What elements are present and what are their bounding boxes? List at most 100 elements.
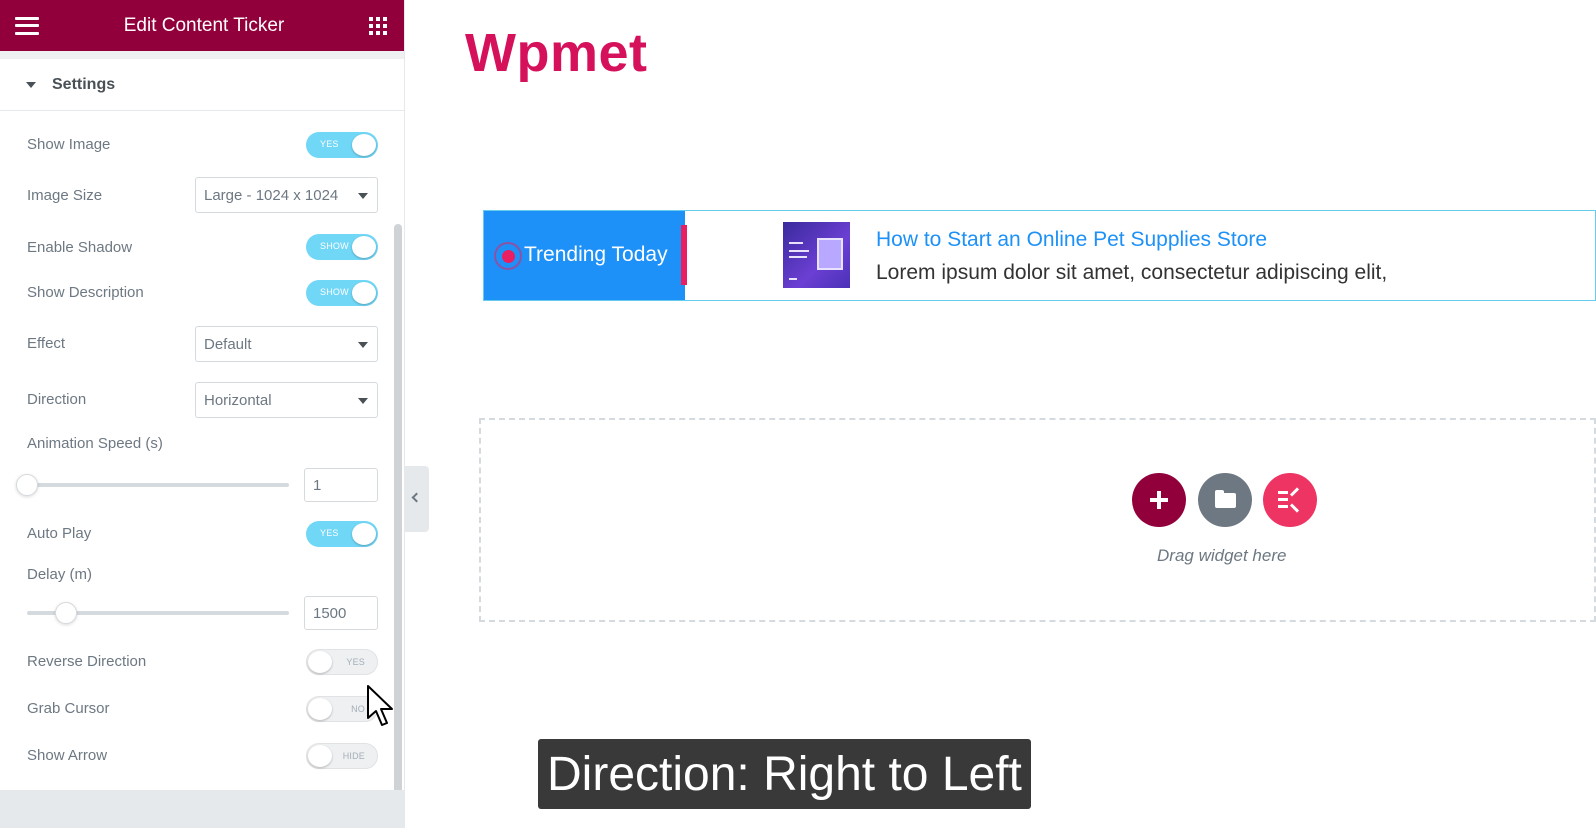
animation-speed-slider[interactable] xyxy=(27,483,289,487)
animation-speed-input[interactable]: 1 xyxy=(304,468,378,502)
show-image-toggle[interactable]: YES xyxy=(306,132,378,158)
panel-divider xyxy=(0,51,404,59)
ticker-post-description: Lorem ipsum dolor sit amet, consectetur … xyxy=(876,261,1388,284)
thumbnail-card xyxy=(817,238,843,270)
auto-play-toggle[interactable]: YES xyxy=(306,521,378,547)
mouse-pointer-icon xyxy=(367,685,393,726)
effect-select[interactable]: Default xyxy=(195,326,378,362)
enable-shadow-toggle[interactable]: SHOW xyxy=(306,234,378,260)
toggle-knob xyxy=(308,698,332,720)
control-label: Delay (m) xyxy=(27,566,93,583)
control-label: Show Description xyxy=(27,284,144,301)
select-value: Horizontal xyxy=(204,392,272,409)
panel-header: Edit Content Ticker xyxy=(0,0,404,51)
elementskit-icon-bar xyxy=(1278,505,1288,508)
select-value: Default xyxy=(204,336,252,353)
toggle-knob xyxy=(308,745,332,767)
elementskit-icon xyxy=(1278,487,1304,513)
show-arrow-toggle[interactable]: HIDE xyxy=(306,743,378,769)
chevron-down-icon xyxy=(358,193,368,199)
panel-scrollbar[interactable] xyxy=(394,224,402,828)
toggle-knob xyxy=(308,651,332,673)
site-logo[interactable]: Wpmet xyxy=(465,22,647,84)
plus-icon xyxy=(1157,491,1161,509)
folder-icon xyxy=(1215,493,1236,508)
control-image-size: Image Size Large - 1024 x 1024 xyxy=(0,177,392,213)
control-label: Image Size xyxy=(27,187,103,204)
select-value: Large - 1024 x 1024 xyxy=(204,187,339,204)
show-description-toggle[interactable]: SHOW xyxy=(306,280,378,306)
chevron-down-icon xyxy=(358,398,368,404)
thumbnail-line xyxy=(789,242,803,244)
control-effect: Effect Default xyxy=(0,326,392,362)
control-reverse-direction: Reverse Direction YES xyxy=(0,649,392,677)
toggle-text: YES xyxy=(320,139,339,149)
control-label: Show Arrow xyxy=(27,747,108,764)
empty-section-dropzone[interactable] xyxy=(479,418,1596,622)
widgets-grid-icon[interactable] xyxy=(369,16,387,35)
control-label: Direction xyxy=(27,391,87,408)
direction-select[interactable]: Horizontal xyxy=(195,382,378,418)
control-show-arrow: Show Arrow HIDE xyxy=(0,743,392,771)
settings-section-toggle[interactable]: Settings xyxy=(0,59,404,111)
animation-speed-slider-handle[interactable] xyxy=(16,474,38,496)
control-show-description: Show Description SHOW xyxy=(0,280,392,308)
menu-icon[interactable] xyxy=(15,16,39,35)
section-title: Settings xyxy=(52,75,116,93)
panel-footer xyxy=(0,790,405,828)
elementskit-icon-stroke xyxy=(1289,503,1300,513)
editor-screen: Edit Content Ticker Settings Show Image … xyxy=(0,0,1596,828)
control-label: Auto Play xyxy=(27,525,92,542)
editor-panel: Edit Content Ticker Settings Show Image … xyxy=(0,0,405,828)
toggle-text: YES xyxy=(346,657,365,667)
toggle-knob xyxy=(352,523,376,545)
dropzone-hint: Drag widget here xyxy=(1157,546,1287,565)
image-size-select[interactable]: Large - 1024 x 1024 xyxy=(195,177,378,213)
control-label: Reverse Direction xyxy=(27,653,147,670)
elementskit-icon-stroke xyxy=(1289,487,1300,497)
post-thumbnail[interactable] xyxy=(783,222,850,288)
chevron-down-icon xyxy=(358,342,368,348)
collapse-panel-button[interactable] xyxy=(405,466,429,532)
control-label: Enable Shadow xyxy=(27,239,133,256)
video-caption: Direction: Right to Left xyxy=(538,739,1031,809)
panel-title: Edit Content Ticker xyxy=(123,14,285,36)
toggle-text: NO xyxy=(351,704,365,714)
reverse-direction-toggle[interactable]: YES xyxy=(306,649,378,675)
control-direction: Direction Horizontal xyxy=(0,382,392,418)
elementskit-library-button[interactable] xyxy=(1263,473,1317,527)
thumbnail-line xyxy=(789,278,797,280)
ticker-heading-text: Trending Today xyxy=(524,243,668,266)
control-label: Effect xyxy=(27,335,66,352)
add-template-button[interactable] xyxy=(1198,473,1252,527)
control-label: Show Image xyxy=(27,136,111,153)
content-ticker-widget[interactable]: Trending Today How to Start an Online Pe… xyxy=(483,210,1596,301)
live-dot-icon xyxy=(502,250,515,263)
toggle-knob xyxy=(352,236,376,258)
control-label: Animation Speed (s) xyxy=(27,435,163,452)
add-section-button[interactable] xyxy=(1132,473,1186,527)
caret-down-icon xyxy=(26,81,36,88)
toggle-knob xyxy=(352,282,376,304)
control-grab-cursor: Grab Cursor NO xyxy=(0,696,392,724)
toggle-text: YES xyxy=(320,528,339,538)
input-value: 1500 xyxy=(313,605,347,622)
control-label: Grab Cursor xyxy=(27,700,110,717)
control-enable-shadow: Enable Shadow SHOW xyxy=(0,234,392,262)
ticker-heading-accent xyxy=(681,225,687,285)
input-value: 1 xyxy=(313,477,322,494)
ticker-heading: Trending Today xyxy=(484,211,685,300)
delay-slider-handle[interactable] xyxy=(55,602,78,624)
elementskit-icon-bar xyxy=(1278,491,1288,494)
control-animation-speed: Animation Speed (s) 1 xyxy=(0,435,392,505)
thumbnail-line xyxy=(789,250,809,252)
ticker-post-title[interactable]: How to Start an Online Pet Supplies Stor… xyxy=(876,228,1267,252)
delay-input[interactable]: 1500 xyxy=(304,596,378,630)
control-auto-play: Auto Play YES xyxy=(0,521,392,549)
control-show-image: Show Image YES xyxy=(0,131,392,159)
toggle-text: HIDE xyxy=(342,751,365,761)
toggle-knob xyxy=(352,134,376,156)
chevron-left-icon xyxy=(411,492,422,503)
toggle-text: SHOW xyxy=(320,287,349,297)
toggle-text: SHOW xyxy=(320,241,349,251)
